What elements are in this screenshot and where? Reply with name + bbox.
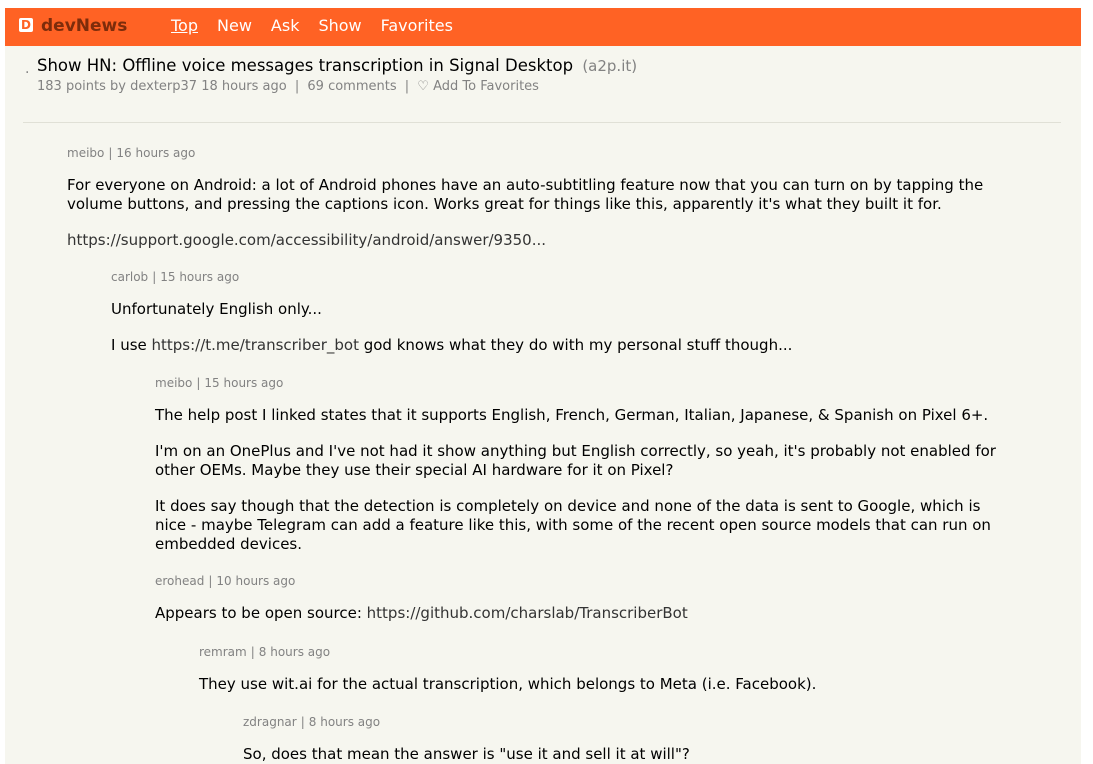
logo-glyph: D	[21, 18, 31, 32]
story-author-link[interactable]: dexterp37	[130, 79, 197, 94]
comment: zdragnar | 8 hours ago So, does that mean …	[243, 715, 1081, 764]
comment-author-link[interactable]: meibo	[155, 376, 192, 390]
story-by-label: by	[110, 79, 126, 94]
comment-author-link[interactable]: erohead	[155, 574, 204, 588]
comment-link[interactable]: https://github.com/charslab/TranscriberB…	[367, 604, 688, 622]
story-domain[interactable]: (a2p.it)	[582, 57, 637, 75]
nav-new[interactable]: New	[217, 15, 252, 37]
comment-meta: erohead | 10 hours ago	[155, 574, 1081, 588]
separator: |	[250, 645, 255, 659]
comment-meta: zdragnar | 8 hours ago	[243, 715, 1081, 729]
story-title-link[interactable]: Show HN: Offline voice messages transcri…	[37, 56, 573, 75]
comment-text: It does say though that the detection is…	[155, 497, 1081, 554]
comment-text-segment: I use	[111, 336, 152, 354]
comment: carlob | 15 hours ago Unfortunately Englis…	[111, 270, 1081, 355]
nav-favorites[interactable]: Favorites	[381, 15, 453, 37]
comment-author-link[interactable]: zdragnar	[243, 715, 297, 729]
comment-author-link[interactable]: meibo	[67, 146, 104, 160]
comment-age-link[interactable]: 8 hours ago	[309, 715, 380, 729]
comment-age-link[interactable]: 10 hours ago	[216, 574, 295, 588]
comment-meta: meibo | 15 hours ago	[155, 376, 1081, 390]
comment-age-link[interactable]: 8 hours ago	[259, 645, 330, 659]
comment-meta: meibo | 16 hours ago	[67, 146, 1067, 160]
brand-name[interactable]: devNews	[41, 16, 127, 36]
comment-text: I'm on an OnePlus and I've not had it sh…	[155, 442, 1081, 480]
separator: |	[300, 715, 305, 729]
comment-text-line: other OEMs. Maybe they use their special…	[155, 461, 674, 479]
comment-text-segment: Appears to be open source:	[155, 604, 367, 622]
story-age-link[interactable]: 18 hours ago	[201, 79, 287, 94]
comment-age-link[interactable]: 15 hours ago	[160, 270, 239, 284]
comment-text: Unfortunately English only...	[111, 300, 322, 318]
story-bullet: .	[25, 61, 30, 77]
story-subtext: 183 points by dexterp37 18 hours ago | 6…	[37, 79, 539, 95]
divider	[23, 122, 1061, 123]
comment-meta: remram | 8 hours ago	[199, 645, 1081, 659]
comment-text-line: For everyone on Android: a lot of Androi…	[67, 176, 984, 194]
comment: meibo | 15 hours ago The help post I linke…	[155, 376, 1081, 554]
comment-age-link[interactable]: 16 hours ago	[116, 146, 195, 160]
separator: |	[294, 79, 300, 94]
comment-text: So, does that mean the answer is "use it…	[243, 745, 690, 763]
story-title-row: Show HN: Offline voice messages transcri…	[37, 55, 637, 77]
main-nav: Top New Ask Show Favorites	[171, 15, 453, 37]
heart-outline-icon: ♡	[417, 79, 429, 94]
comment-text-line: volume buttons, and pressing the caption…	[67, 195, 942, 213]
comment: remram | 8 hours ago They use wit.ai for t…	[199, 645, 1081, 694]
top-navbar: D devNews Top New Ask Show Favorites	[5, 8, 1081, 46]
comment-author-link[interactable]: carlob	[111, 270, 148, 284]
add-to-favorites-link[interactable]: ♡ Add To Favorites	[417, 79, 539, 94]
separator: |	[404, 79, 410, 94]
comment-text-line: It does say though that the detection is…	[155, 497, 981, 515]
nav-ask[interactable]: Ask	[271, 15, 300, 37]
comment-author-link[interactable]: remram	[199, 645, 247, 659]
comment-text-line: embedded devices.	[155, 535, 303, 553]
comment-text: I use https://t.me/transcriber_bot god k…	[111, 336, 1081, 355]
comment-age-link[interactable]: 15 hours ago	[204, 376, 283, 390]
comment-text: Appears to be open source: https://githu…	[155, 604, 1081, 623]
comment: meibo | 16 hours ago For everyone on Andro…	[67, 146, 1067, 250]
separator: |	[208, 574, 213, 588]
story-comments-link[interactable]: 69 comments	[307, 79, 396, 94]
comment-meta: carlob | 15 hours ago	[111, 270, 1081, 284]
page: D devNews Top New Ask Show Favorites . S…	[5, 8, 1081, 764]
comment-link[interactable]: https://t.me/transcriber_bot	[152, 336, 359, 354]
comment-text: They use wit.ai for the actual transcrip…	[199, 675, 817, 693]
nav-top[interactable]: Top	[171, 15, 198, 37]
comment-text: https://support.google.com/accessibility…	[67, 231, 1067, 250]
nav-show[interactable]: Show	[318, 15, 361, 37]
separator: |	[152, 270, 157, 284]
comment-text-line: I'm on an OnePlus and I've not had it sh…	[155, 442, 996, 460]
story-points: 183 points	[37, 79, 106, 94]
separator: |	[108, 146, 113, 160]
comment-text: The help post I linked states that it su…	[155, 406, 989, 424]
comment-link[interactable]: https://support.google.com/accessibility…	[67, 231, 546, 249]
comment: erohead | 10 hours ago Appears to be open …	[155, 574, 1081, 623]
add-to-favorites-label: Add To Favorites	[433, 79, 539, 94]
logo-icon[interactable]: D	[19, 18, 33, 32]
comment-text-line: nice - maybe Telegram can add a feature …	[155, 516, 991, 534]
separator: |	[196, 376, 201, 390]
comment-text: For everyone on Android: a lot of Androi…	[67, 176, 1067, 214]
comment-text-segment: god knows what they do with my personal …	[358, 336, 793, 354]
